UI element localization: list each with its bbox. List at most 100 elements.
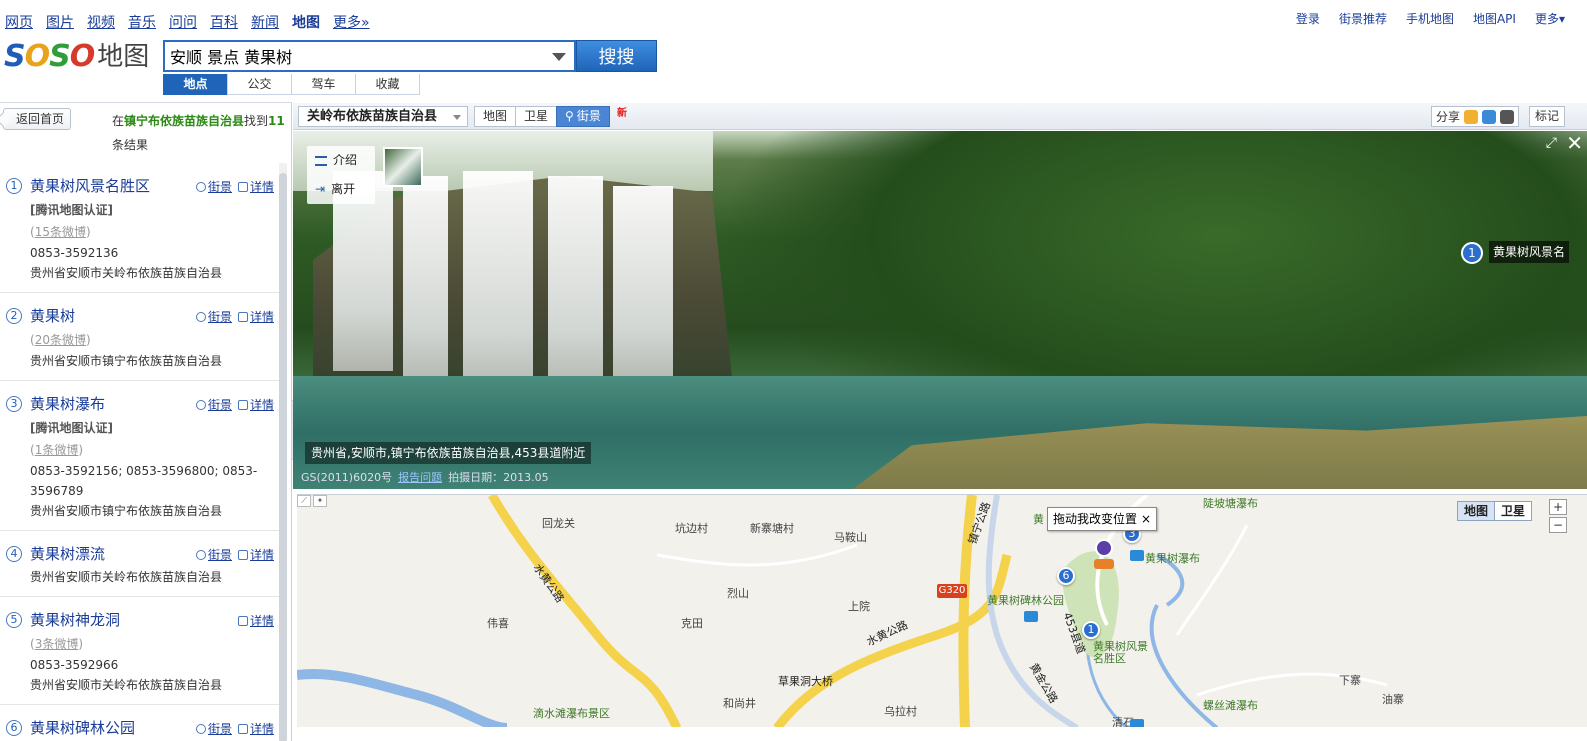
weibo-count[interactable]: (3条微博) <box>30 633 280 655</box>
zoom-out-button[interactable]: − <box>1549 517 1567 533</box>
streetview-link[interactable]: 街景 <box>195 178 232 195</box>
channel-news[interactable]: 新闻 <box>251 12 279 32</box>
qq-icon[interactable] <box>1482 109 1496 124</box>
channel-web[interactable]: 网页 <box>5 12 33 32</box>
result-item[interactable]: 1 黄果树风景名胜区 街景 详情 [腾讯地图认证] (15条微博) 0853-3… <box>0 163 280 293</box>
channel-video[interactable]: 视频 <box>87 12 115 32</box>
poi-label[interactable]: 黄 <box>1033 511 1044 527</box>
channel-images[interactable]: 图片 <box>46 12 74 32</box>
soso-map-logo[interactable]: SOSO 地图 <box>4 38 149 74</box>
detail-link[interactable]: 详情 <box>237 308 274 325</box>
poi-label[interactable]: 黄果树碑林公园 <box>987 592 1064 608</box>
weibo-count[interactable]: (1条微博) <box>30 439 280 461</box>
back-home-button[interactable]: 返回首页 <box>3 108 72 130</box>
mark-button[interactable]: 标记 <box>1528 106 1565 127</box>
weibo-link[interactable]: 3条微博 <box>35 637 79 651</box>
tab-favorites[interactable]: 收藏 <box>355 74 420 95</box>
channel-music[interactable]: 音乐 <box>128 12 156 32</box>
map-pin[interactable]: 6 <box>1057 567 1075 585</box>
person-marker-icon[interactable] <box>1094 559 1114 569</box>
pin-icon <box>195 311 206 322</box>
location-address: 贵州省,安顺市,镇宁布依族苗族自治县,453县道附近 <box>305 442 592 464</box>
tab-bus[interactable]: 公交 <box>227 74 292 95</box>
streetview-panorama[interactable]: 介绍 ⇥ 离开 ⤢ ✕ 1 黄果树风景名 贵州省,安顺市,镇宁布依族苗族自治县,4… <box>293 131 1587 489</box>
channel-baike[interactable]: 百科 <box>210 12 238 32</box>
document-icon <box>237 399 248 410</box>
streetview-link[interactable]: 街景 <box>195 546 232 563</box>
channel-more[interactable]: 更多» <box>333 12 370 32</box>
map-type-satellite[interactable]: 卫星 <box>1493 501 1532 521</box>
channel-map[interactable]: 地图 <box>292 12 320 32</box>
weibo-link[interactable]: 15条微博 <box>35 225 86 239</box>
tab-place[interactable]: 地点 <box>163 74 228 95</box>
streetview-link[interactable]: 街景 <box>195 396 232 413</box>
weibo-link[interactable]: 1条微博 <box>35 443 79 457</box>
result-item[interactable]: 6 黄果树碑林公园 街景 详情 <box>0 705 280 741</box>
poi-marker[interactable]: 1 <box>1461 242 1483 264</box>
close-icon[interactable]: × <box>1141 512 1151 526</box>
camera-icon[interactable] <box>1024 611 1038 622</box>
share-bar[interactable]: 分享 <box>1430 106 1519 127</box>
result-item[interactable]: 3 黄果树瀑布 街景 详情 [腾讯地图认证] (1条微博) 0853-35921… <box>0 381 280 531</box>
channel-wenwen[interactable]: 问问 <box>169 12 197 32</box>
results-scrollbar[interactable] <box>279 163 287 741</box>
weibo-link[interactable]: 20条微博 <box>35 333 86 347</box>
detail-link[interactable]: 详情 <box>237 720 274 737</box>
streetview-link[interactable]: 街景 <box>195 308 232 325</box>
ruler-icon[interactable]: ⟋ <box>297 495 311 507</box>
place-label: 新寨塘村 <box>750 522 794 535</box>
result-number: 2 <box>6 308 22 324</box>
result-item[interactable]: 2 黄果树 街景 详情 (20条微博) 贵州省安顺市镇宁布依族苗族自治县 <box>0 293 280 381</box>
detail-label: 详情 <box>249 310 274 324</box>
map-canvas[interactable]: ⟋ ✦ 回龙关 坑边村 新寨塘村 马鞍山 烈山 上院 伟喜 克田 草果洞大桥 和… <box>297 494 1587 727</box>
drag-marker-icon[interactable] <box>1095 539 1113 557</box>
tab-streetview[interactable]: ⚲ 街景 <box>556 106 610 127</box>
camera-icon[interactable] <box>1130 719 1144 727</box>
poi-label[interactable]: 黄果树瀑布 <box>1145 550 1200 566</box>
tab-drive[interactable]: 驾车 <box>291 74 356 95</box>
search-button[interactable]: 搜搜 <box>576 40 657 72</box>
panorama-thumbnail[interactable] <box>383 147 423 187</box>
poi-label[interactable]: 螺丝滩瀑布 <box>1203 697 1258 713</box>
search-dropdown-icon[interactable] <box>552 53 566 61</box>
fullscreen-icon[interactable]: ⤢ <box>1546 135 1557 151</box>
scrollbar-thumb[interactable] <box>279 173 287 741</box>
weibo-count[interactable]: (20条微博) <box>30 329 280 351</box>
poi-marker-label[interactable]: 黄果树风景名 <box>1489 241 1570 263</box>
tab-satellite[interactable]: 卫星 <box>515 106 558 127</box>
mobile-map-link[interactable]: 手机地图 <box>1406 10 1454 27</box>
map-pin[interactable]: 1 <box>1082 621 1100 639</box>
report-problem-link[interactable]: 报告问题 <box>398 469 442 485</box>
poi-label[interactable]: 陡坡塘瀑布 <box>1203 495 1258 511</box>
search-input[interactable] <box>165 42 535 70</box>
detail-link[interactable]: 详情 <box>237 396 274 413</box>
streetview-recommend-link[interactable]: 街景推荐 <box>1339 10 1387 27</box>
region-select[interactable]: 关岭布依族苗族自治县 <box>298 106 468 127</box>
zoom-in-button[interactable]: + <box>1549 499 1567 515</box>
detail-link[interactable]: 详情 <box>237 178 274 195</box>
weibo-count[interactable]: (15条微博) <box>30 221 280 243</box>
emoticon-icon[interactable] <box>1464 109 1478 124</box>
login-link[interactable]: 登录 <box>1296 10 1320 27</box>
qrcode-icon[interactable] <box>1500 109 1514 124</box>
close-icon[interactable]: ✕ <box>1566 131 1583 155</box>
tab-map[interactable]: 地图 <box>474 106 517 127</box>
detail-link[interactable]: 详情 <box>237 612 274 629</box>
poi-label[interactable]: 黄果树风景名胜区 <box>1093 641 1149 665</box>
streetview-link[interactable]: 街景 <box>195 720 232 737</box>
drag-tooltip-text: 拖动我改变位置 <box>1053 512 1138 526</box>
map-type-map[interactable]: 地图 <box>1456 501 1495 521</box>
result-item[interactable]: 4 黄果树漂流 街景 详情 贵州省安顺市关岭布依族苗族自治县 <box>0 531 280 597</box>
result-item[interactable]: 5 黄果树神龙洞 详情 (3条微博) 0853-3592966 贵州省安顺市关岭… <box>0 597 280 705</box>
result-number: 5 <box>6 612 22 628</box>
summary-region[interactable]: 镇宁布依族苗族自治县 <box>124 114 244 128</box>
more-menu[interactable]: 更多▾ <box>1535 10 1565 27</box>
poi-label[interactable]: 滴水滩瀑布景区 <box>533 705 610 721</box>
pushpin-icon[interactable]: ✦ <box>313 495 327 507</box>
map-api-link[interactable]: 地图API <box>1473 10 1516 27</box>
camera-icon[interactable] <box>1130 550 1144 561</box>
intro-button[interactable]: 介绍 <box>307 146 375 175</box>
detail-link[interactable]: 详情 <box>237 546 274 563</box>
document-icon <box>237 615 248 626</box>
exit-button[interactable]: ⇥ 离开 <box>307 175 375 204</box>
